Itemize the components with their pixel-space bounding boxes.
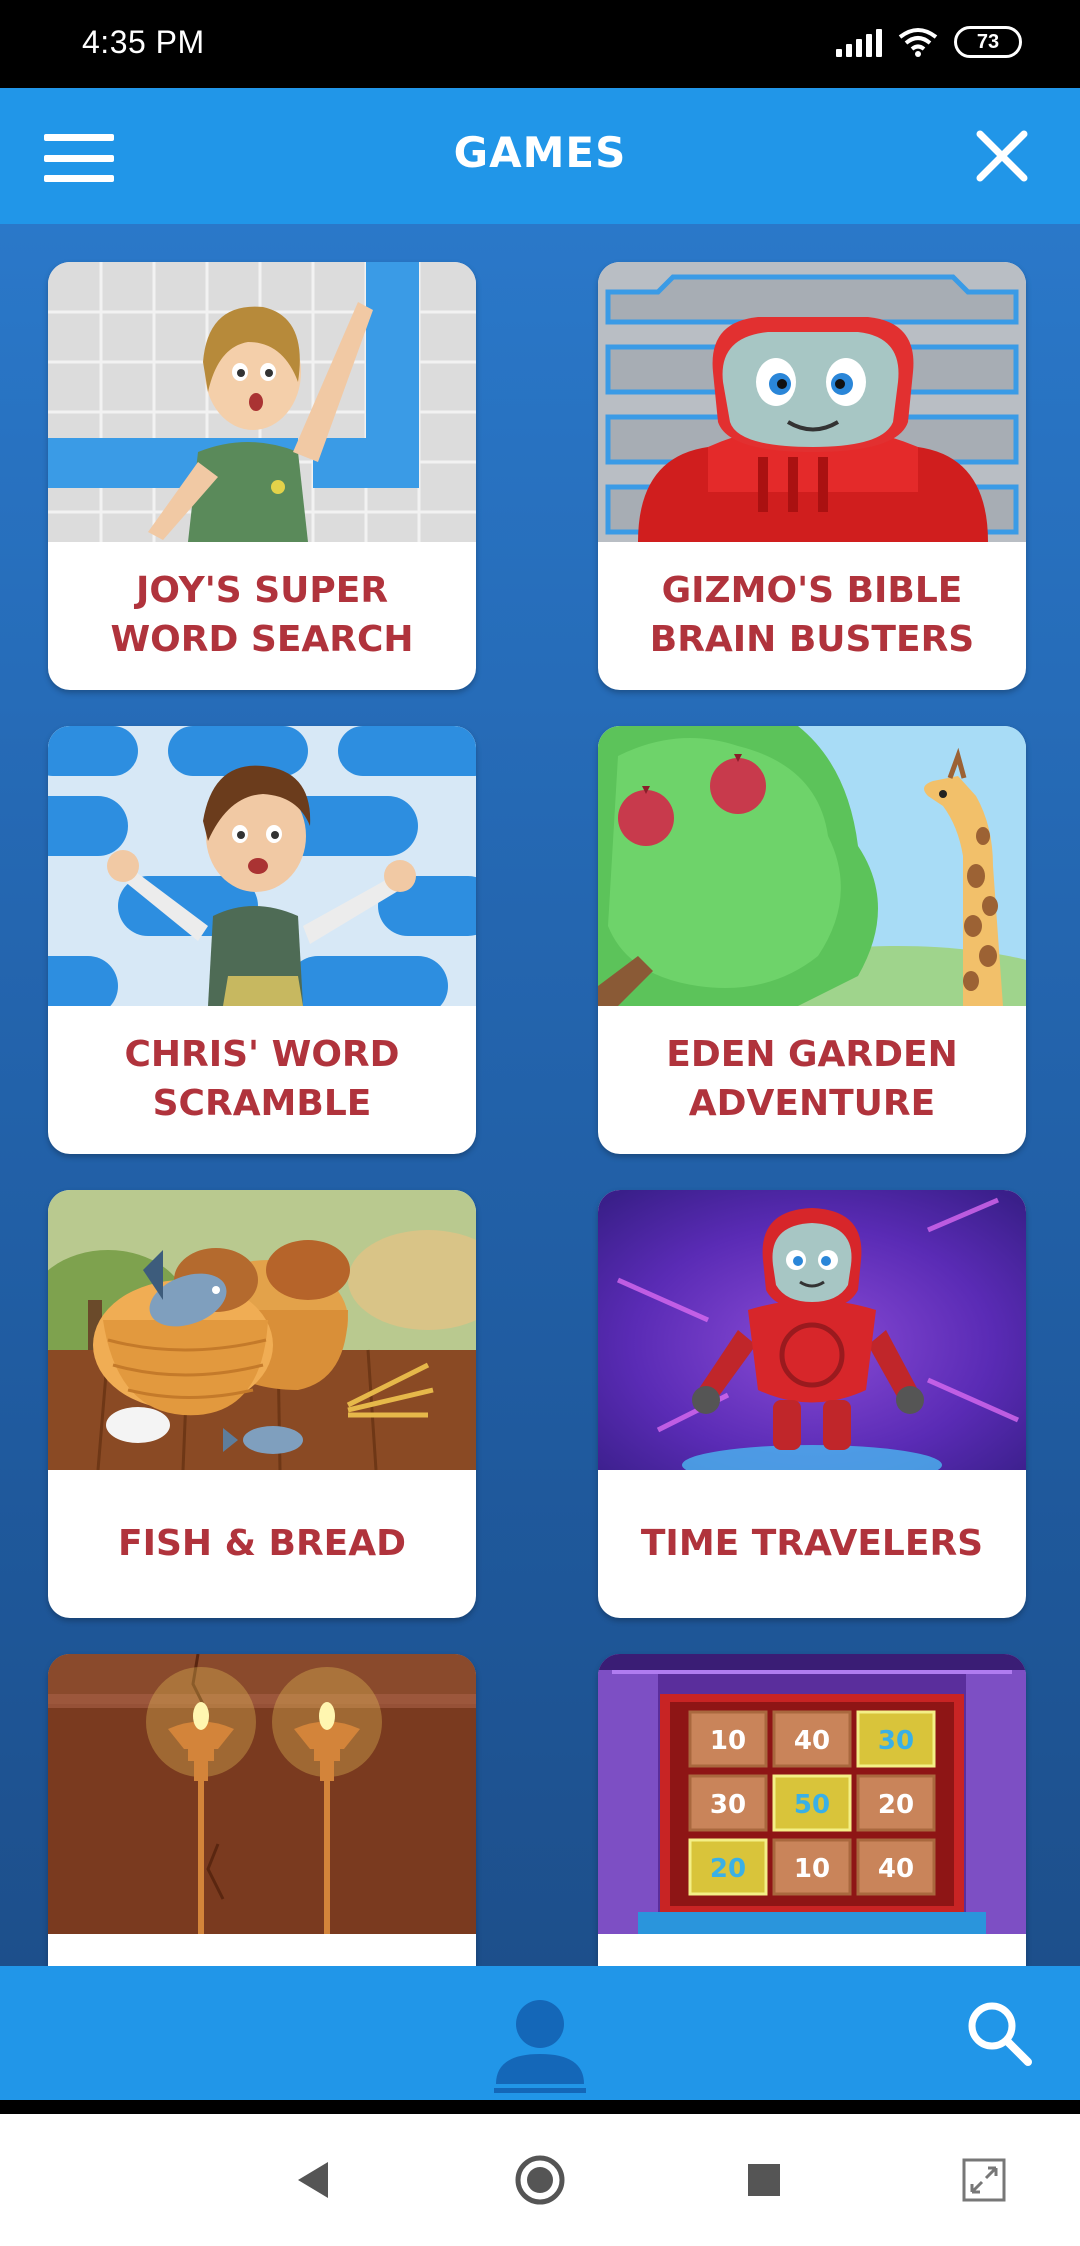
game-thumbnail [48, 1190, 476, 1470]
wifi-icon [898, 28, 938, 57]
person-icon[interactable] [494, 1996, 586, 2096]
game-thumbnail: 10 40 30 30 50 20 20 10 40 [598, 1654, 1026, 1934]
game-thumbnail [598, 262, 1026, 542]
game-card-word-scramble[interactable]: CHRIS' WORD SCRAMBLE [48, 726, 476, 1154]
game-title: EDEN GARDEN ADVENTURE [666, 1034, 958, 1124]
recents-icon[interactable] [736, 2152, 792, 2208]
quiz-tile-value: 10 [710, 1726, 746, 1756]
game-title [598, 1934, 1026, 1966]
game-thumbnail [48, 1654, 476, 1934]
bottom-app-bar [0, 1966, 1080, 2100]
quiz-tile-value: 40 [794, 1726, 830, 1756]
quiz-tile-value: 20 [710, 1854, 746, 1884]
game-thumbnail [598, 726, 1026, 1006]
game-thumbnail [598, 1190, 1026, 1470]
fullscreen-icon[interactable] [956, 2152, 1012, 2208]
game-thumbnail [48, 262, 476, 542]
quiz-tile-value: 10 [794, 1854, 830, 1884]
battery-icon: 73 [954, 26, 1022, 58]
status-icons: 73 [836, 26, 1022, 58]
page-title: GAMES [453, 128, 627, 177]
quiz-tile-value: 30 [710, 1790, 746, 1820]
quiz-tile-value: 30 [878, 1726, 914, 1756]
game-title: TIME TRAVELERS [640, 1522, 984, 1564]
game-title [48, 1934, 476, 1966]
game-title: CHRIS' WORD SCRAMBLE [124, 1034, 400, 1124]
quiz-tile-value: 20 [878, 1790, 914, 1820]
game-card-fish-bread[interactable]: FISH & BREAD [48, 1190, 476, 1618]
close-icon[interactable] [974, 128, 1030, 184]
system-nav-bar [0, 2114, 1080, 2246]
search-icon[interactable] [964, 1998, 1034, 2068]
status-time: 4:35 PM [82, 24, 205, 60]
game-card-brain-busters[interactable]: GIZMO'S BIBLE BRAIN BUSTERS [598, 262, 1026, 690]
game-thumbnail [48, 726, 476, 1006]
game-card-word-search[interactable]: JOY'S SUPER WORD SEARCH [48, 262, 476, 690]
game-title: GIZMO'S BIBLE BRAIN BUSTERS [649, 570, 975, 660]
back-icon[interactable] [286, 2152, 342, 2208]
game-title: FISH & BREAD [118, 1522, 406, 1564]
game-title: JOY'S SUPER WORD SEARCH [110, 570, 414, 660]
battery-level: 73 [976, 30, 1000, 53]
game-card-quiz-board[interactable]: 10 40 30 30 50 20 20 10 40 [598, 1654, 1026, 1966]
home-icon[interactable] [512, 2152, 568, 2208]
quiz-tile-value: 50 [794, 1790, 830, 1820]
game-card-eden-garden[interactable]: EDEN GARDEN ADVENTURE [598, 726, 1026, 1154]
game-card-time-travelers[interactable]: TIME TRAVELERS [598, 1190, 1026, 1618]
status-bar: 4:35 PM 73 [0, 0, 1080, 88]
games-grid: JOY'S SUPER WORD SEARCH GIZMO'S BIBLE BR… [0, 224, 1080, 1966]
signal-icon [836, 27, 882, 57]
quiz-tile-value: 40 [878, 1854, 914, 1884]
app-header: GAMES [0, 88, 1080, 224]
game-card-lamps[interactable] [48, 1654, 476, 1966]
divider [0, 2100, 1080, 2114]
